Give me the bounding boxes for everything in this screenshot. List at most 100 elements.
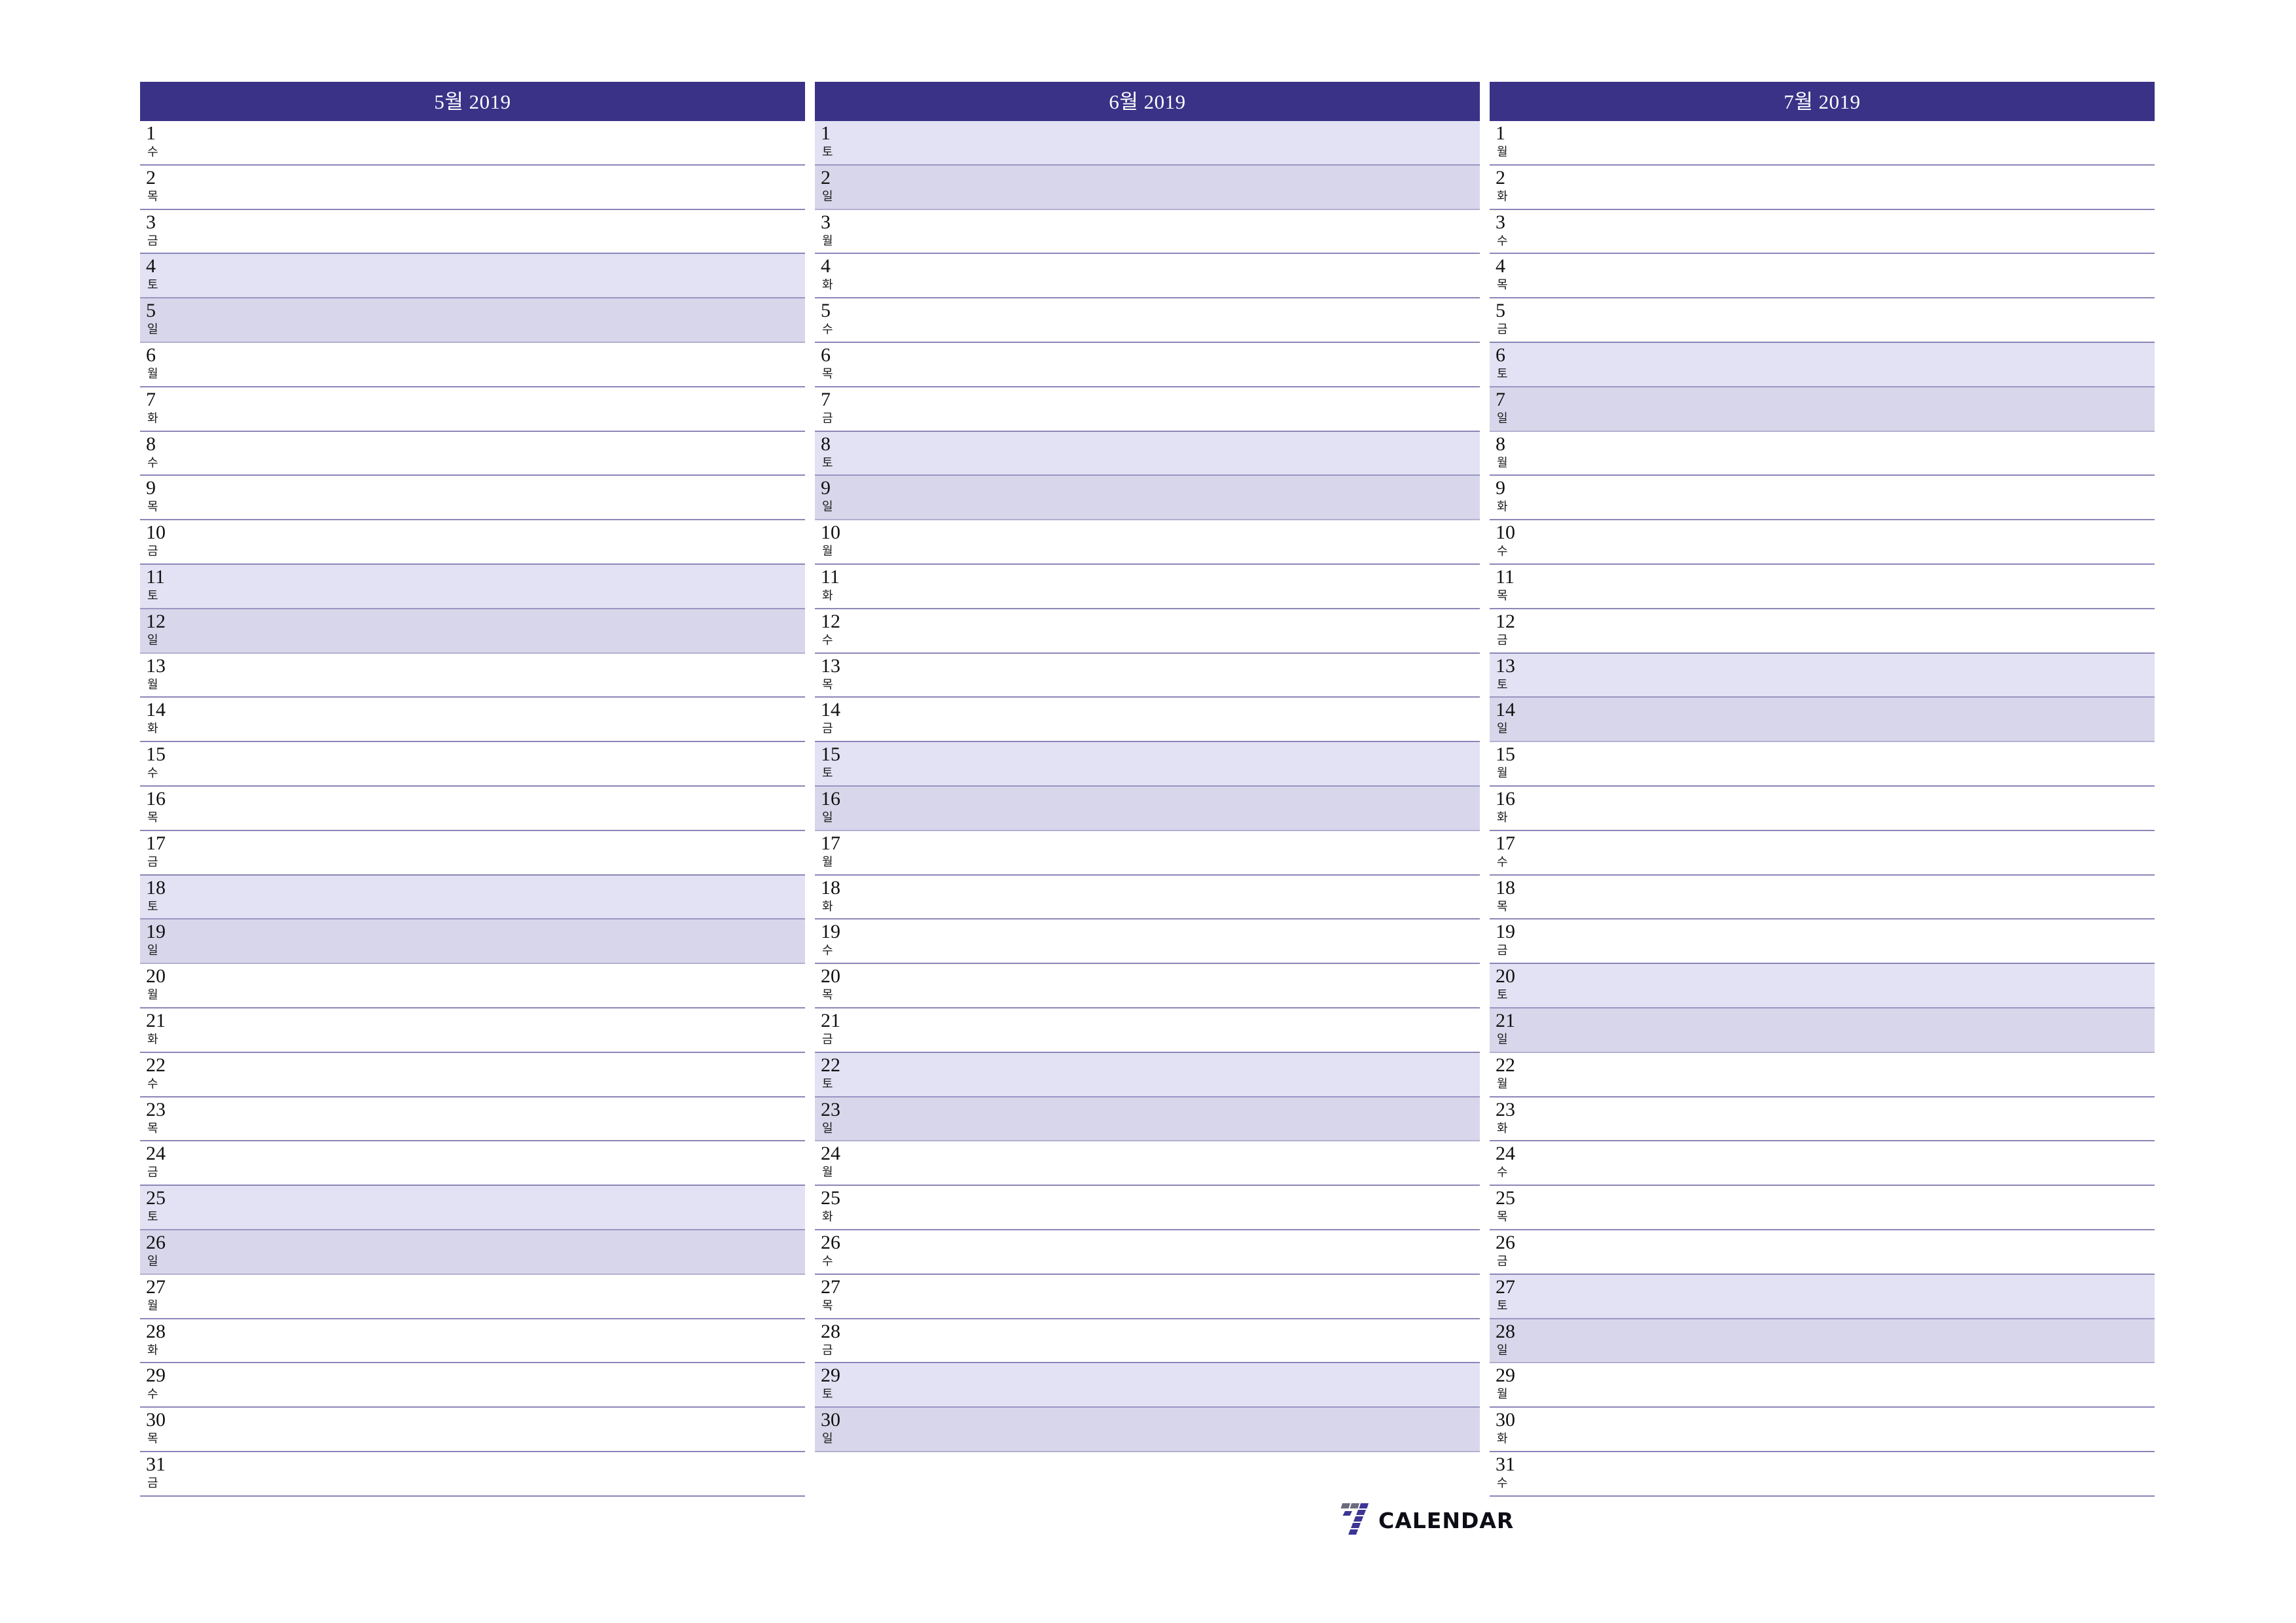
day-row[interactable]: 5일 [140, 298, 805, 343]
day-row[interactable]: 16 화 [1490, 786, 2155, 831]
day-row[interactable]: 22 토 [815, 1052, 1480, 1097]
day-row[interactable]: 2일 [815, 165, 1480, 210]
day-row[interactable]: 4목 [1490, 254, 2155, 299]
day-row[interactable]: 15 수 [140, 742, 805, 787]
day-row[interactable]: 17 금 [140, 830, 805, 876]
day-row[interactable]: 8수 [140, 431, 805, 476]
day-row[interactable]: 27 월 [140, 1274, 805, 1319]
day-row[interactable]: 20 월 [140, 964, 805, 1008]
day-row[interactable]: 3수 [1490, 209, 2155, 255]
day-row[interactable]: 6목 [815, 342, 1480, 387]
day-row[interactable]: 13 목 [815, 653, 1480, 698]
day-row[interactable]: 8토 [815, 431, 1480, 476]
day-row[interactable]: 2목 [140, 165, 805, 210]
day-row[interactable]: 3금 [140, 209, 805, 255]
day-row[interactable]: 21 일 [1490, 1008, 2155, 1053]
day-list-july: 1 월 2 화 3 수 4 목 5 금 6 토 7 일 8 월 9 화 10 수 11 목 12 금 13 토 14 일 15 월 16 화 1… [1490, 121, 2155, 1497]
day-row[interactable]: 11 토 [140, 564, 805, 609]
day-row[interactable]: 31 수 [1490, 1452, 2155, 1497]
day-row[interactable]: 6월 [140, 342, 805, 387]
day-row[interactable]: 6토 [1490, 342, 2155, 387]
day-row[interactable]: 23 일 [815, 1097, 1480, 1142]
day-row[interactable]: 23 화 [1490, 1097, 2155, 1142]
day-row[interactable]: 23 목 [140, 1097, 805, 1142]
day-row[interactable]: 30 화 [1490, 1408, 2155, 1452]
day-row[interactable]: 18 목 [1490, 875, 2155, 920]
day-row[interactable]: 7화 [140, 387, 805, 432]
day-row[interactable]: 13 토 [1490, 653, 2155, 698]
day-row[interactable]: 20 토 [1490, 964, 2155, 1008]
day-row[interactable]: 18 화 [815, 875, 1480, 920]
day-row[interactable]: 27 토 [1490, 1274, 2155, 1319]
day-weekday: 화 [1497, 810, 1508, 824]
day-row[interactable]: 10 월 [815, 520, 1480, 565]
day-row[interactable]: 29 월 [1490, 1363, 2155, 1408]
day-row[interactable]: 5수 [815, 298, 1480, 343]
day-row[interactable]: 25 목 [1490, 1186, 2155, 1230]
day-row[interactable]: 19 수 [815, 919, 1480, 965]
month-title-july: 7월 2019 [1490, 82, 2155, 121]
day-row[interactable]: 7금 [815, 387, 1480, 432]
day-number: 30 [146, 1409, 166, 1431]
day-number: 10 [821, 522, 840, 544]
day-row[interactable]: 16 목 [140, 786, 805, 831]
day-row[interactable]: 26 일 [140, 1230, 805, 1275]
day-row[interactable]: 19 금 [1490, 919, 2155, 965]
day-row[interactable]: 2화 [1490, 165, 2155, 210]
day-row[interactable]: 12 수 [815, 609, 1480, 654]
day-row[interactable]: 19 일 [140, 919, 805, 965]
day-row[interactable]: 16 일 [815, 786, 1480, 831]
day-row[interactable]: 7일 [1490, 387, 2155, 432]
day-row[interactable]: 3월 [815, 209, 1480, 255]
day-row[interactable]: 21 금 [815, 1008, 1480, 1053]
day-row[interactable]: 11 목 [1490, 564, 2155, 609]
day-row[interactable]: 26 수 [815, 1230, 1480, 1275]
day-row[interactable]: 14 일 [1490, 698, 2155, 743]
day-weekday: 목 [1497, 588, 1508, 602]
day-row[interactable]: 26 금 [1490, 1230, 2155, 1275]
day-row[interactable]: 17 수 [1490, 830, 2155, 876]
day-row[interactable]: 1월 [1490, 121, 2155, 166]
day-row[interactable]: 10 수 [1490, 520, 2155, 565]
day-row[interactable]: 10 금 [140, 520, 805, 565]
day-row[interactable]: 5금 [1490, 298, 2155, 343]
day-row[interactable]: 12 금 [1490, 609, 2155, 654]
day-row[interactable]: 30 일 [815, 1408, 1480, 1452]
day-row[interactable]: 29 토 [815, 1363, 1480, 1408]
day-row[interactable]: 1수 [140, 121, 805, 166]
day-row[interactable]: 29 수 [140, 1363, 805, 1408]
day-row[interactable]: 25 토 [140, 1186, 805, 1230]
day-row[interactable]: 21 화 [140, 1008, 805, 1053]
day-row[interactable]: 18 토 [140, 875, 805, 920]
day-row[interactable]: 30 목 [140, 1408, 805, 1452]
day-row[interactable]: 4토 [140, 254, 805, 299]
day-row[interactable]: 28 금 [815, 1319, 1480, 1364]
day-row[interactable]: 9화 [1490, 476, 2155, 521]
day-row[interactable]: 12 일 [140, 609, 805, 654]
day-row[interactable]: 22 월 [1490, 1052, 2155, 1097]
day-row[interactable]: 24 수 [1490, 1141, 2155, 1186]
day-row[interactable]: 9목 [140, 476, 805, 521]
day-row[interactable]: 15 월 [1490, 742, 2155, 787]
day-row[interactable]: 28 화 [140, 1319, 805, 1364]
day-row[interactable]: 20 목 [815, 964, 1480, 1008]
day-row[interactable]: 11 화 [815, 564, 1480, 609]
day-row[interactable]: 24 월 [815, 1141, 1480, 1186]
day-row[interactable]: 15 토 [815, 742, 1480, 787]
day-row[interactable]: 25 화 [815, 1186, 1480, 1230]
day-row[interactable]: 13 월 [140, 653, 805, 698]
day-row[interactable]: 17 월 [815, 830, 1480, 876]
day-row[interactable]: 27 목 [815, 1274, 1480, 1319]
day-row[interactable]: 24 금 [140, 1141, 805, 1186]
day-weekday: 수 [822, 1254, 833, 1268]
day-row[interactable]: 22 수 [140, 1052, 805, 1097]
day-row[interactable]: 14 화 [140, 698, 805, 743]
day-row[interactable]: 1토 [815, 121, 1480, 166]
day-row[interactable]: 28 일 [1490, 1319, 2155, 1364]
day-row[interactable]: 8월 [1490, 431, 2155, 476]
day-row[interactable]: 4화 [815, 254, 1480, 299]
day-row[interactable]: 14 금 [815, 698, 1480, 743]
day-row[interactable]: 9일 [815, 476, 1480, 521]
day-weekday: 일 [147, 633, 158, 647]
day-row[interactable]: 31 금 [140, 1452, 805, 1497]
